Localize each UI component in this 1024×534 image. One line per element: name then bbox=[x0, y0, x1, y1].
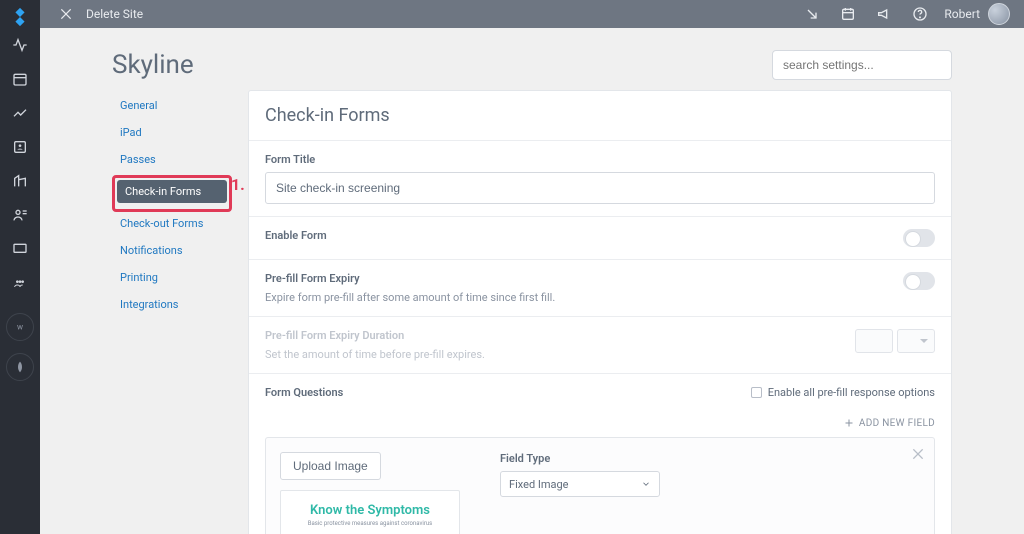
rail-building-icon[interactable] bbox=[0, 164, 40, 198]
form-title-label: Form Title bbox=[265, 153, 935, 166]
sidenav-item-passes[interactable]: Passes bbox=[112, 148, 232, 171]
add-new-field-button[interactable]: ADD NEW FIELD bbox=[843, 417, 935, 429]
annotation-highlight: Check-in Forms 1. bbox=[112, 175, 232, 212]
add-new-field-label: ADD NEW FIELD bbox=[859, 418, 935, 429]
download-icon[interactable] bbox=[800, 2, 824, 26]
plus-icon bbox=[843, 417, 855, 429]
checkbox-icon bbox=[751, 387, 762, 398]
rail-group-icon[interactable] bbox=[0, 266, 40, 300]
user-name: Robert bbox=[944, 7, 980, 21]
form-panel: Check-in Forms Form Title Enable Form Pr… bbox=[248, 90, 952, 534]
rail-activity-icon[interactable] bbox=[0, 28, 40, 62]
remove-field-icon[interactable] bbox=[910, 446, 926, 466]
rail-people-icon[interactable] bbox=[0, 198, 40, 232]
prefill-expiry-label: Pre-fill Form Expiry bbox=[265, 272, 555, 285]
prefill-duration-number-input[interactable] bbox=[855, 329, 893, 353]
preview-title: Know the Symptoms bbox=[289, 503, 451, 518]
prefill-expiry-sub: Expire form pre-fill after some amount o… bbox=[265, 291, 555, 304]
prefill-duration-unit-select[interactable] bbox=[897, 329, 935, 353]
calendar-icon[interactable] bbox=[836, 2, 860, 26]
caret-down-icon bbox=[641, 479, 651, 489]
close-icon[interactable] bbox=[56, 4, 76, 24]
field-type-value: Fixed Image bbox=[509, 478, 569, 491]
announcements-icon[interactable] bbox=[872, 2, 896, 26]
help-icon[interactable] bbox=[908, 2, 932, 26]
search-input[interactable] bbox=[772, 50, 952, 80]
app-logo-icon[interactable] bbox=[0, 6, 40, 28]
top-bar: Delete Site Robert bbox=[40, 0, 1024, 28]
enable-form-toggle[interactable] bbox=[903, 229, 935, 247]
sidenav-item-checkout-forms[interactable]: Check-out Forms bbox=[112, 212, 232, 235]
settings-side-nav: General iPad Passes Check-in Forms 1. Ch… bbox=[112, 90, 232, 320]
page-title: Skyline bbox=[112, 50, 194, 80]
sidenav-item-integrations[interactable]: Integrations bbox=[112, 293, 232, 316]
rail-contact-icon[interactable] bbox=[0, 130, 40, 164]
prefill-duration-label: Pre-fill Form Expiry Duration bbox=[265, 329, 485, 342]
user-avatar[interactable] bbox=[988, 3, 1010, 25]
page-scroll[interactable]: Skyline General iPad Passes Check-in For… bbox=[40, 28, 1024, 534]
panel-title: Check-in Forms bbox=[249, 91, 951, 140]
svg-text:w: w bbox=[17, 323, 23, 332]
rail-calendar-icon[interactable] bbox=[0, 62, 40, 96]
prefill-duration-sub: Set the amount of time before pre-fill e… bbox=[265, 348, 485, 361]
delete-site-button[interactable]: Delete Site bbox=[86, 7, 143, 21]
annotation-label: 1. bbox=[231, 175, 245, 194]
rail-trend-icon[interactable] bbox=[0, 96, 40, 130]
preview-subtitle: Basic protective measures against corona… bbox=[289, 520, 451, 527]
sidenav-item-printing[interactable]: Printing bbox=[112, 266, 232, 289]
sidenav-item-general[interactable]: General bbox=[112, 94, 232, 117]
sidenav-item-notifications[interactable]: Notifications bbox=[112, 239, 232, 262]
app-side-rail: w bbox=[0, 0, 40, 534]
sidenav-item-ipad[interactable]: iPad bbox=[112, 121, 232, 144]
enable-form-label: Enable Form bbox=[265, 229, 327, 242]
sidenav-item-checkin-forms[interactable]: Check-in Forms bbox=[117, 180, 227, 203]
field-type-label: Field Type bbox=[500, 452, 920, 465]
rail-screen-icon[interactable] bbox=[0, 232, 40, 266]
form-questions-label: Form Questions bbox=[265, 386, 343, 399]
rail-plugin-icon-2[interactable] bbox=[6, 353, 34, 381]
form-question-card: Upload Image Know the Symptoms Basic pro… bbox=[265, 437, 935, 534]
upload-image-button[interactable]: Upload Image bbox=[280, 452, 381, 480]
enable-all-prefill-checkbox[interactable]: Enable all pre-fill response options bbox=[751, 386, 935, 399]
rail-plugin-icon-1[interactable]: w bbox=[6, 313, 34, 341]
form-title-input[interactable] bbox=[265, 172, 935, 204]
image-preview: Know the Symptoms Basic protective measu… bbox=[280, 490, 460, 534]
field-type-select[interactable]: Fixed Image bbox=[500, 471, 660, 497]
prefill-expiry-toggle[interactable] bbox=[903, 272, 935, 290]
enable-all-prefill-label: Enable all pre-fill response options bbox=[768, 386, 935, 399]
